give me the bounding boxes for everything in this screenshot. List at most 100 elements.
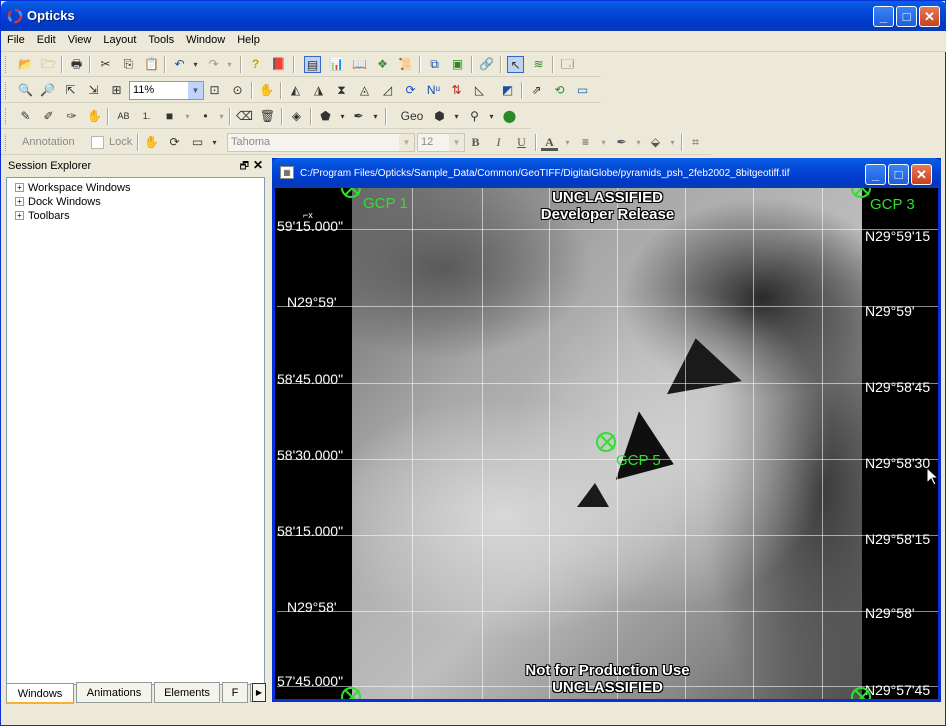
crop-icon[interactable]: ⌗ [687, 134, 704, 151]
dot-dropdown-icon[interactable]: ▾ [213, 108, 230, 125]
reset-rotation-icon[interactable]: ⟳ [402, 82, 419, 99]
tab-animations[interactable]: Animations [76, 682, 152, 703]
undo-dropdown-icon[interactable]: ▾ [187, 56, 204, 73]
zoom-point-out-icon[interactable]: ⇲ [85, 82, 102, 99]
toolbar-grip[interactable] [5, 134, 8, 151]
link-views-icon[interactable]: ⇗ [528, 82, 545, 99]
gcp-marker-icon[interactable] [596, 432, 616, 452]
workspace-minimize-button[interactable]: _ [865, 164, 886, 185]
move-hand-icon[interactable]: ✋ [143, 134, 160, 151]
close-button[interactable]: ✕ [919, 6, 940, 27]
menu-help[interactable]: Help [231, 31, 266, 46]
flip-horizontal-icon[interactable]: ◭ [287, 82, 304, 99]
rotate-by-icon[interactable]: ◿ [379, 82, 396, 99]
flip-vertical-icon[interactable]: ◮ [310, 82, 327, 99]
rotate-left-icon[interactable]: ⧗ [333, 82, 350, 99]
book-icon[interactable]: 📕 [270, 56, 287, 73]
menu-file[interactable]: File [1, 31, 31, 46]
minimize-button[interactable]: _ [873, 6, 894, 27]
expand-icon[interactable]: + [15, 197, 24, 206]
toolbar-grip[interactable] [5, 82, 8, 99]
menu-view[interactable]: View [62, 31, 98, 46]
diamond-icon[interactable]: ◈ [288, 108, 305, 125]
italic-button[interactable]: I [490, 134, 507, 151]
scroll-icon[interactable]: 📜 [397, 56, 414, 73]
expand-icon[interactable]: + [15, 183, 24, 192]
toolbar-grip[interactable] [5, 56, 8, 73]
font-size-select[interactable]: 12 ▼ [417, 133, 465, 152]
bold-button[interactable]: B [467, 134, 484, 151]
contrast-icon[interactable]: ◩ [499, 82, 516, 99]
geo-pin-icon[interactable]: ⚲ [466, 108, 483, 125]
properties-icon[interactable]: 🗔 [559, 56, 576, 73]
sensor-up-icon[interactable]: ⇅ [448, 82, 465, 99]
layer-stack-icon[interactable]: ≋ [530, 56, 547, 73]
geo-marker-icon[interactable]: ⬤ [501, 108, 518, 125]
geo-label[interactable]: Geo [397, 108, 427, 125]
image-viewport[interactable]: 59'15.000" N29°59' 58'45.000" 58'30.000"… [277, 188, 938, 699]
tab-windows[interactable]: Windows [6, 683, 74, 704]
geo-pin-dropdown-icon[interactable]: ▾ [483, 108, 500, 125]
label-ab[interactable]: AB [115, 108, 132, 125]
text-color-button[interactable]: A [541, 134, 558, 151]
tree-node-workspace-windows[interactable]: + Workspace Windows [15, 182, 131, 194]
session-explorer-icon[interactable]: ▤ [304, 56, 321, 73]
zoom-in-icon[interactable]: 🔍 [17, 82, 34, 99]
measure-icon[interactable]: ◺ [471, 82, 488, 99]
close-panel-icon[interactable]: ✕ [253, 158, 263, 172]
tabs-scroll-right-icon[interactable]: ▶ [252, 683, 266, 702]
workspace-title-bar[interactable]: ▦ C:/Program Files/Opticks/Sample_Data/C… [272, 158, 941, 188]
workspace-maximize-button[interactable]: □ [888, 164, 909, 185]
underline-button[interactable]: U [513, 134, 530, 151]
fill-color-icon[interactable]: ⬙ [647, 134, 664, 151]
pointer-icon[interactable]: ↖ [507, 56, 524, 73]
lock-checkbox[interactable] [91, 136, 104, 149]
zoom-rect-icon[interactable]: ⊞ [108, 82, 125, 99]
cut-icon[interactable]: ✂ [97, 56, 114, 73]
eraser-icon[interactable]: ⌫ [236, 108, 253, 125]
tree-node-dock-windows[interactable]: + Dock Windows [15, 196, 101, 208]
zoom-point-in-icon[interactable]: ⇱ [62, 82, 79, 99]
label-number[interactable]: 1. [138, 108, 155, 125]
symbol-icon[interactable]: ■ [161, 108, 178, 125]
overview-icon[interactable]: ▭ [574, 82, 591, 99]
line-width-icon[interactable]: ≡ [577, 134, 594, 151]
zoom-level-select[interactable]: 11% ▼ [129, 81, 204, 100]
layers-icon[interactable]: ❖ [374, 56, 391, 73]
threshold-dropdown-icon[interactable]: ▾ [334, 108, 351, 125]
cascade-windows-icon[interactable]: ▣ [449, 56, 466, 73]
line-color-dropdown-icon[interactable]: ▾ [630, 134, 647, 151]
rotate-right-icon[interactable]: ◬ [356, 82, 373, 99]
tile-windows-icon[interactable]: ⧉ [426, 56, 443, 73]
undo-icon[interactable]: ↶ [171, 56, 188, 73]
workspace-close-button[interactable]: ✕ [911, 164, 932, 185]
app-title-bar[interactable]: Opticks _ □ ✕ [1, 1, 946, 31]
pen-icon[interactable]: ✒ [350, 108, 367, 125]
rotate-icon[interactable]: ⟳ [166, 134, 183, 151]
open-folder-icon[interactable]: 🗁 [40, 56, 57, 73]
geo-shape-dropdown-icon[interactable]: ▾ [448, 108, 465, 125]
histogram-icon[interactable]: 📊 [328, 56, 345, 73]
message-log-icon[interactable]: 📖 [351, 56, 368, 73]
menu-layout[interactable]: Layout [97, 31, 142, 46]
refresh-icon[interactable]: ⟲ [551, 82, 568, 99]
geo-shape-icon[interactable]: ⬢ [431, 108, 448, 125]
expand-icon[interactable]: + [15, 211, 24, 220]
pan-tool-icon[interactable]: ✋ [86, 108, 103, 125]
toolbar-grip[interactable] [5, 108, 8, 125]
open-icon[interactable]: 📂 [17, 56, 34, 73]
fill-tool-icon[interactable]: ✑ [63, 108, 80, 125]
zoom-actual-icon[interactable]: ⊙ [229, 82, 246, 99]
float-icon[interactable]: 🗗 [240, 159, 249, 176]
clear-icon[interactable]: 🗑 [259, 108, 276, 125]
menu-tools[interactable]: Tools [142, 31, 180, 46]
help-icon[interactable]: ? [247, 56, 264, 73]
brush-icon[interactable]: ✐ [40, 108, 57, 125]
north-up-icon[interactable]: Nᵘ [425, 82, 442, 99]
print-icon[interactable]: 🖶 [68, 56, 85, 73]
dot-icon[interactable]: • [197, 108, 214, 125]
rectangle-icon[interactable]: ▭ [189, 134, 206, 151]
menu-window[interactable]: Window [180, 31, 231, 46]
symbol-dropdown-icon[interactable]: ▾ [179, 108, 196, 125]
pencil-icon[interactable]: ✎ [17, 108, 34, 125]
